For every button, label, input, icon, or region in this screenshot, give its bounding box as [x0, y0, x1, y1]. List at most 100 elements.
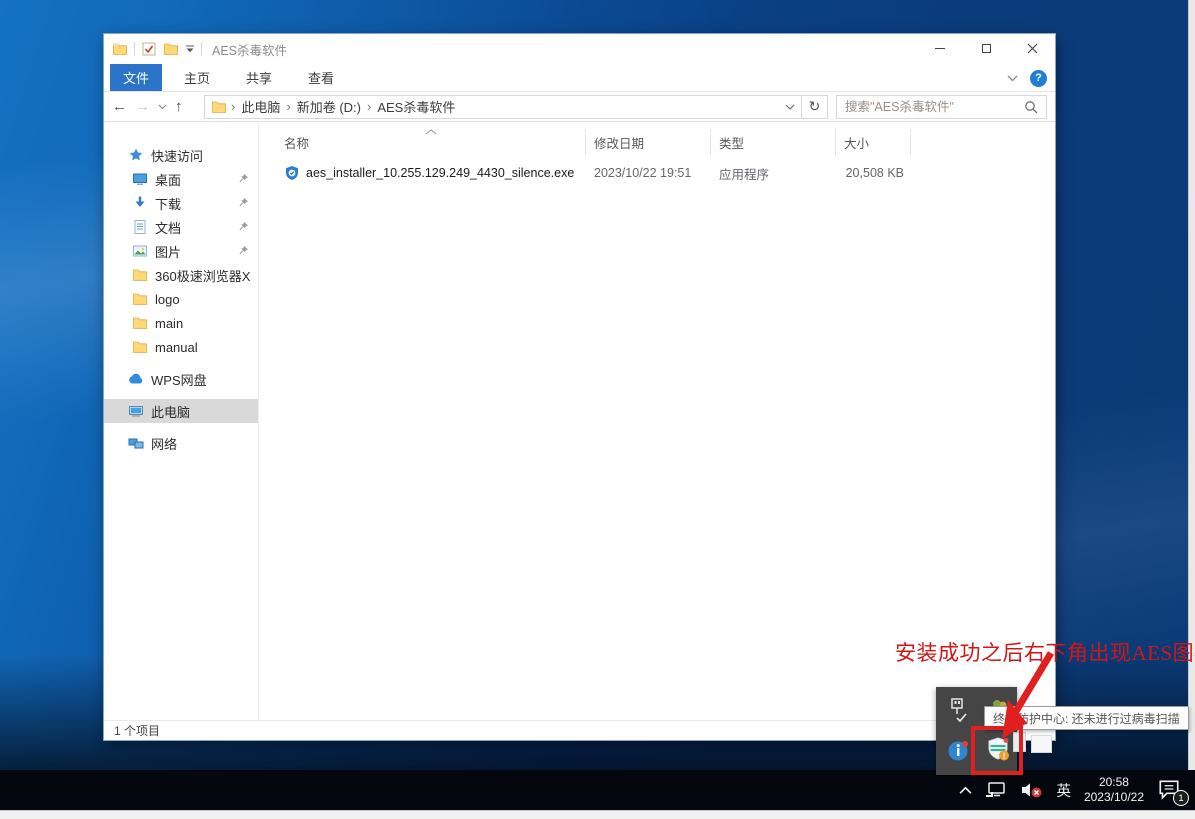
file-type: 应用程序 — [711, 164, 836, 183]
file-date: 2023/10/22 19:51 — [586, 166, 711, 180]
show-hidden-icons-chevron-icon[interactable] — [959, 786, 972, 795]
address-bar-row: ← → ↑ › 此电脑 › 新加卷 (D:) › AES杀毒软件 ↻ — [104, 92, 1055, 122]
column-header-label: 类型 — [719, 133, 744, 152]
sidebar-item-360-downloads[interactable]: 360极速浏览器X下载 — [104, 263, 258, 287]
sidebar-item-documents[interactable]: 文档 — [104, 215, 258, 239]
clock[interactable]: 20:58 2023/10/22 — [1084, 775, 1144, 805]
volume-muted-icon[interactable] — [1020, 781, 1043, 799]
taskbar: 英 20:58 2023/10/22 1 — [0, 770, 1195, 810]
file-size: 20,508 KB — [836, 166, 911, 180]
address-breadcrumb[interactable]: › 此电脑 › 新加卷 (D:) › AES杀毒软件 — [204, 95, 802, 119]
folder-icon — [132, 315, 148, 331]
folder-icon — [132, 267, 148, 283]
breadcrumb-current-folder[interactable]: AES杀毒软件 — [375, 97, 457, 116]
download-icon — [132, 195, 148, 211]
new-folder-icon[interactable] — [163, 41, 179, 57]
clock-time: 20:58 — [1084, 775, 1144, 790]
close-icon — [1027, 43, 1038, 54]
tab-home[interactable]: 主页 — [170, 64, 224, 91]
annotation-text: 安装成功之后右下角出现AES图标 — [895, 637, 1195, 667]
column-header-size[interactable]: 大小 — [836, 129, 911, 155]
pin-icon[interactable] — [238, 221, 249, 232]
column-header-label: 名称 — [284, 133, 309, 152]
explorer-window: AES杀毒软件 文件 主页 共享 查看 ? ← → ↑ › 此电脑 › — [103, 33, 1056, 741]
sidebar-item-downloads[interactable]: 下载 — [104, 191, 258, 215]
tab-file[interactable]: 文件 — [110, 64, 162, 91]
sidebar-item-quick-access[interactable]: 快速访问 — [104, 143, 258, 167]
recent-locations-chevron-icon[interactable] — [158, 104, 167, 110]
system-tray: 英 20:58 2023/10/22 1 — [959, 770, 1183, 810]
clock-date: 2023/10/22 — [1084, 790, 1144, 805]
sidebar-item-this-pc[interactable]: 此电脑 — [104, 399, 258, 423]
caption-buttons — [917, 34, 1055, 63]
breadcrumb-separator: › — [231, 99, 235, 114]
column-header-date[interactable]: 修改日期 — [586, 129, 711, 155]
sidebar-item-label: 快速访问 — [151, 146, 203, 165]
sidebar-item-pictures[interactable]: 图片 — [104, 239, 258, 263]
sidebar-item-main[interactable]: main — [104, 311, 258, 335]
sidebar-item-logo[interactable]: logo — [104, 287, 258, 311]
column-header-label: 修改日期 — [594, 133, 644, 152]
network-icon — [128, 435, 144, 451]
ribbon-expand-chevron-icon[interactable] — [1007, 75, 1018, 82]
pictures-icon — [132, 243, 148, 259]
refresh-button[interactable]: ↻ — [802, 95, 828, 119]
close-button[interactable] — [1009, 34, 1055, 63]
maximize-button[interactable] — [963, 34, 1009, 63]
ribbon-tabs: 文件 主页 共享 查看 ? — [104, 64, 1055, 92]
help-icon[interactable]: ? — [1030, 70, 1047, 87]
search-box[interactable] — [836, 95, 1047, 119]
maximize-icon — [982, 44, 991, 53]
breadcrumb-separator: › — [286, 99, 290, 114]
navigation-pane: 快速访问 桌面 下载 文档 图片 — [104, 123, 259, 720]
sidebar-item-label: 网络 — [151, 434, 177, 453]
sidebar-item-label: 文档 — [155, 218, 181, 237]
file-list-pane: 名称 修改日期 类型 大小 aes_installer_10.255.129.2… — [259, 123, 1055, 720]
sidebar-item-label: WPS网盘 — [151, 370, 207, 389]
tab-view[interactable]: 查看 — [294, 64, 348, 91]
sidebar-item-label: main — [155, 316, 183, 331]
up-button[interactable]: ↑ — [175, 98, 183, 115]
sidebar-item-label: 图片 — [155, 242, 181, 261]
back-button[interactable]: ← — [112, 98, 127, 115]
desktop-icon — [132, 171, 148, 187]
document-icon — [132, 219, 148, 235]
pin-icon[interactable] — [238, 197, 249, 208]
input-language-indicator[interactable]: 英 — [1056, 780, 1071, 801]
column-header-type[interactable]: 类型 — [711, 129, 836, 155]
column-headers: 名称 修改日期 类型 大小 — [259, 129, 1055, 155]
minimize-button[interactable] — [917, 34, 963, 63]
sidebar-item-wps-cloud[interactable]: WPS网盘 — [104, 367, 258, 391]
sidebar-item-desktop[interactable]: 桌面 — [104, 167, 258, 191]
search-icon[interactable] — [1024, 100, 1038, 114]
breadcrumb-drive-d[interactable]: 新加卷 (D:) — [295, 97, 363, 116]
breadcrumb-this-pc[interactable]: 此电脑 — [239, 97, 282, 116]
qat-customize-caret-icon[interactable] — [185, 45, 195, 53]
address-dropdown-chevron-icon[interactable] — [785, 104, 795, 110]
sidebar-item-label: 此电脑 — [151, 402, 190, 421]
pin-icon[interactable] — [238, 173, 249, 184]
tab-share[interactable]: 共享 — [232, 64, 286, 91]
host-scrollbar-strip[interactable] — [1188, 0, 1195, 812]
item-count: 1 个项目 — [114, 722, 160, 739]
quick-access-toolbar — [104, 41, 202, 57]
sidebar-item-manual[interactable]: manual — [104, 335, 258, 359]
pin-icon[interactable] — [238, 245, 249, 256]
folder-icon — [132, 339, 148, 355]
search-input[interactable] — [845, 100, 1024, 114]
file-name: aes_installer_10.255.129.249_4430_silenc… — [306, 166, 574, 180]
notification-count-badge: 1 — [1173, 790, 1189, 806]
host-bottom-strip — [0, 810, 1195, 819]
sidebar-item-network[interactable]: 网络 — [104, 431, 258, 455]
sidebar-item-label: manual — [155, 340, 198, 355]
action-center-button[interactable]: 1 — [1157, 778, 1183, 802]
toolbar-separator — [201, 42, 202, 56]
sidebar-item-label: logo — [155, 292, 180, 307]
folder-icon — [132, 291, 148, 307]
properties-check-icon[interactable] — [141, 41, 157, 57]
network-status-icon[interactable] — [985, 781, 1007, 799]
file-row[interactable]: aes_installer_10.255.129.249_4430_silenc… — [259, 161, 1055, 185]
sidebar-item-label: 桌面 — [155, 170, 181, 189]
forward-button[interactable]: → — [135, 98, 150, 115]
column-header-name[interactable]: 名称 — [259, 129, 586, 155]
